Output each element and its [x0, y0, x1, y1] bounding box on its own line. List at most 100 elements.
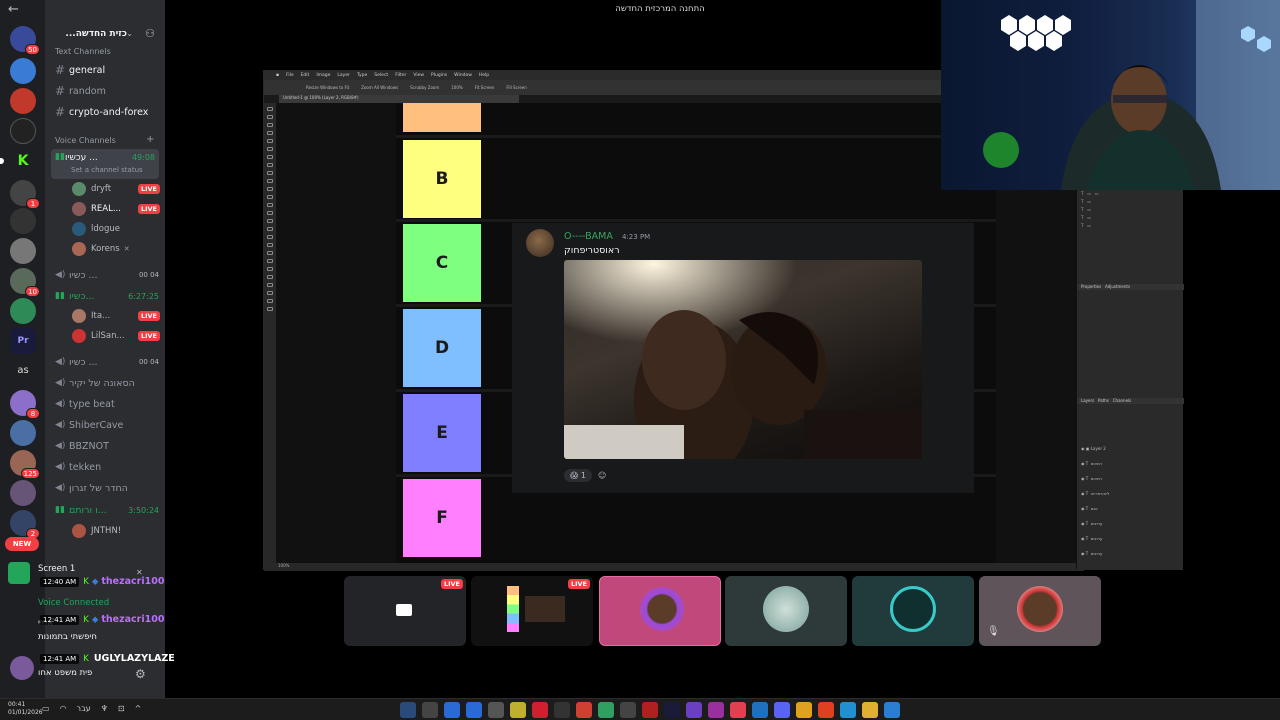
- server-icon[interactable]: [10, 118, 36, 144]
- taskbar-apps: [400, 702, 900, 718]
- premiere-app-icon[interactable]: [664, 702, 680, 718]
- app-icon[interactable]: [642, 702, 658, 718]
- stream-tile[interactable]: [852, 576, 974, 646]
- voice-channel[interactable]: ◀) כשיו ... 00 04: [55, 266, 159, 284]
- server-icon[interactable]: [10, 420, 36, 446]
- avatar[interactable]: [10, 656, 34, 680]
- voice-user[interactable]: JNTHN!: [72, 522, 160, 540]
- app-icon[interactable]: [422, 702, 438, 718]
- lang-indicator[interactable]: עבר: [77, 704, 91, 713]
- reaction[interactable]: 😱 1: [564, 468, 592, 482]
- usb-icon[interactable]: ⊡: [118, 704, 125, 713]
- notification-icon[interactable]: ▭: [42, 704, 50, 713]
- voice-channel[interactable]: ◀) BBZNOT: [55, 437, 159, 455]
- server-icon[interactable]: [10, 238, 36, 264]
- discord-message[interactable]: O----BAMA 4:23 PM ראוסטריפחוק 😱 1 ☺: [512, 223, 974, 493]
- message-author[interactable]: O----BAMA: [564, 231, 613, 242]
- app-icon[interactable]: [620, 702, 636, 718]
- stream-tile[interactable]: LIVE: [471, 576, 593, 646]
- voice-channel[interactable]: ◀) כשיו ... 00 04: [55, 353, 159, 371]
- voice-user[interactable]: dryft LIVE: [72, 180, 160, 198]
- server-icon[interactable]: 8: [10, 390, 40, 419]
- ps-layers-panel[interactable]: T ▭ ▭ T ▭ T ▭ T ▭ T ▭ Properties Adjustments…: [1076, 186, 1184, 569]
- mic-icon[interactable]: ♆: [101, 704, 108, 713]
- app-icon[interactable]: [576, 702, 592, 718]
- voice-user[interactable]: REAL... LIVE: [72, 200, 160, 218]
- windows-start-icon[interactable]: [884, 702, 900, 718]
- channel-status[interactable]: Set a channel status: [71, 166, 143, 174]
- category-voice[interactable]: Voice Channels: [55, 136, 116, 145]
- app-icon[interactable]: [730, 702, 746, 718]
- server-icon[interactable]: [10, 88, 36, 114]
- voice-channel[interactable]: ◀) ShiberCave: [55, 416, 159, 434]
- app-icon[interactable]: [444, 702, 460, 718]
- stream-tile[interactable]: 🎙: [979, 576, 1101, 646]
- folder-app-icon[interactable]: [862, 702, 878, 718]
- server-icon[interactable]: 10: [10, 268, 40, 297]
- chat-user[interactable]: thezacri100: [101, 576, 164, 587]
- channel-general[interactable]: # general: [55, 61, 159, 79]
- edge-app-icon[interactable]: [840, 702, 856, 718]
- app-icon[interactable]: [400, 702, 416, 718]
- kick-server-icon[interactable]: K: [0, 148, 36, 174]
- add-reaction-icon[interactable]: ☺: [598, 471, 606, 480]
- chrome-app-icon[interactable]: [796, 702, 812, 718]
- server-icon[interactable]: 50: [10, 26, 40, 55]
- app-icon[interactable]: [752, 702, 768, 718]
- server-header[interactable]: ⌄ ...כזית החדשה ⚇: [45, 24, 165, 46]
- server-icon[interactable]: 125: [10, 450, 40, 479]
- arrow-left-icon[interactable]: ←: [8, 2, 19, 17]
- ps-toolbar[interactable]: [264, 103, 276, 569]
- server-icon[interactable]: [10, 58, 36, 84]
- server-icon[interactable]: 2: [10, 510, 40, 539]
- server-icon[interactable]: [10, 480, 36, 506]
- brave-app-icon[interactable]: [818, 702, 834, 718]
- premiere-icon[interactable]: Pr: [10, 328, 36, 354]
- voice-user[interactable]: Korens ✕: [72, 240, 160, 258]
- server-icon[interactable]: 1: [10, 180, 40, 209]
- new-badge[interactable]: NEW: [5, 537, 39, 551]
- chevron-up-icon[interactable]: ^: [135, 704, 142, 713]
- app-icon[interactable]: [510, 702, 526, 718]
- app-icon[interactable]: [686, 702, 702, 718]
- taskbar-clock[interactable]: 00:41 01/01/2026: [8, 701, 43, 717]
- add-channel-icon[interactable]: +: [146, 134, 154, 145]
- ps-document-tab[interactable]: Untitled-1 @ 100% (Layer 2, RGB/8#): [279, 95, 519, 103]
- voice-channel[interactable]: ◀) tekken: [55, 458, 159, 476]
- screen-share-icon[interactable]: [8, 562, 30, 584]
- voice-channel[interactable]: ▮▮ כשיו... 6:27:25: [55, 287, 159, 305]
- app-icon[interactable]: [488, 702, 504, 718]
- channel-crypto[interactable]: # crypto-and-forex: [55, 103, 159, 121]
- app-icon[interactable]: [708, 702, 724, 718]
- stream-tile-selected[interactable]: [599, 576, 721, 646]
- app-icon[interactable]: [466, 702, 482, 718]
- voice-user[interactable]: LilSan... LIVE: [72, 327, 160, 345]
- server-icon[interactable]: [10, 298, 36, 324]
- channel-random[interactable]: # random: [55, 82, 159, 100]
- voice-channel[interactable]: ◀) החדר של זגרון: [55, 479, 159, 497]
- wifi-icon[interactable]: ◠: [60, 704, 67, 713]
- voice-channel[interactable]: ◀) type beat: [55, 395, 159, 413]
- category-text[interactable]: Text Channels: [55, 47, 111, 56]
- avatar: [72, 182, 86, 196]
- server-icon[interactable]: [10, 208, 36, 234]
- server-icon[interactable]: as: [10, 358, 36, 384]
- voice-channel[interactable]: ◀) הסאונה של יקיר: [55, 374, 159, 392]
- active-voice-channel[interactable]: ▮▮ עכשיו ... 49:08 Set a channel status: [51, 149, 159, 179]
- voice-user[interactable]: ldogue: [72, 220, 160, 238]
- app-icon[interactable]: [532, 702, 548, 718]
- tier-b: B: [403, 140, 481, 218]
- add-user-icon[interactable]: ⚇: [145, 27, 155, 40]
- stream-tile[interactable]: LIVE: [344, 576, 466, 646]
- discord-app-icon[interactable]: [774, 702, 790, 718]
- message-image[interactable]: [564, 260, 922, 459]
- app-icon[interactable]: [598, 702, 614, 718]
- settings-icon[interactable]: ⚙: [135, 667, 146, 681]
- chat-user[interactable]: UGLYLAZYLAZE: [94, 653, 175, 664]
- stream-tile[interactable]: [725, 576, 847, 646]
- voice-user[interactable]: Ita... LIVE: [72, 307, 160, 325]
- voice-channel[interactable]: ▮▮ ו ורותם... 3:50:24: [55, 501, 159, 519]
- app-icon[interactable]: [554, 702, 570, 718]
- chat-user[interactable]: thezacri100: [101, 614, 164, 625]
- system-tray[interactable]: ▭ ◠ עבר ♆ ⊡ ^: [42, 704, 141, 713]
